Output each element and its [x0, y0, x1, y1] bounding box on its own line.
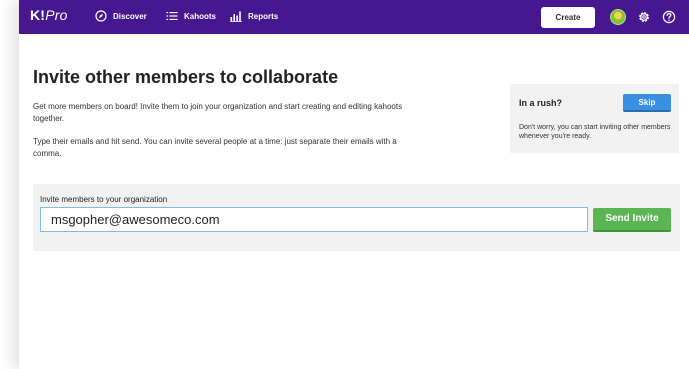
rush-title: In a rush? [519, 98, 563, 108]
rush-panel: In a rush? Skip Don't worry, you can sta… [510, 84, 679, 153]
instructions-text: Type their emails and hit send. You can … [33, 137, 397, 158]
logo-pro-text: Pro [45, 7, 68, 23]
gear-icon[interactable] [637, 10, 651, 24]
app-window: K!Pro Discover Kahoots Reports Create In… [19, 0, 689, 369]
avatar[interactable] [610, 9, 626, 25]
nav-discover[interactable]: Discover [95, 10, 147, 22]
send-invite-button[interactable]: Send Invite [593, 208, 671, 232]
help-icon[interactable] [662, 10, 676, 24]
kahoot-pro-logo[interactable]: K!Pro [30, 7, 68, 23]
nav-kahoots-label: Kahoots [184, 11, 216, 21]
invite-label: Invite members to your organization [40, 195, 168, 204]
top-navigation: K!Pro Discover Kahoots Reports Create [19, 0, 689, 34]
nav-reports[interactable]: Reports [230, 10, 278, 22]
logo-mark: K! [30, 7, 46, 23]
nav-discover-label: Discover [113, 11, 147, 21]
compass-icon [95, 10, 107, 22]
nav-kahoots[interactable]: Kahoots [166, 10, 216, 22]
invite-email-input[interactable] [40, 207, 588, 232]
create-button[interactable]: Create [541, 7, 595, 28]
list-icon [166, 12, 178, 20]
nav-reports-label: Reports [248, 11, 279, 21]
intro-text: Get more members on board! Invite them t… [33, 102, 403, 123]
bar-chart-icon [230, 11, 242, 22]
invite-panel: Invite members to your organization Send… [33, 184, 680, 251]
rush-text: Don't worry, you can start inviting othe… [519, 124, 671, 140]
page-title: Invite other members to collaborate [33, 67, 339, 87]
skip-button[interactable]: Skip [623, 94, 671, 112]
